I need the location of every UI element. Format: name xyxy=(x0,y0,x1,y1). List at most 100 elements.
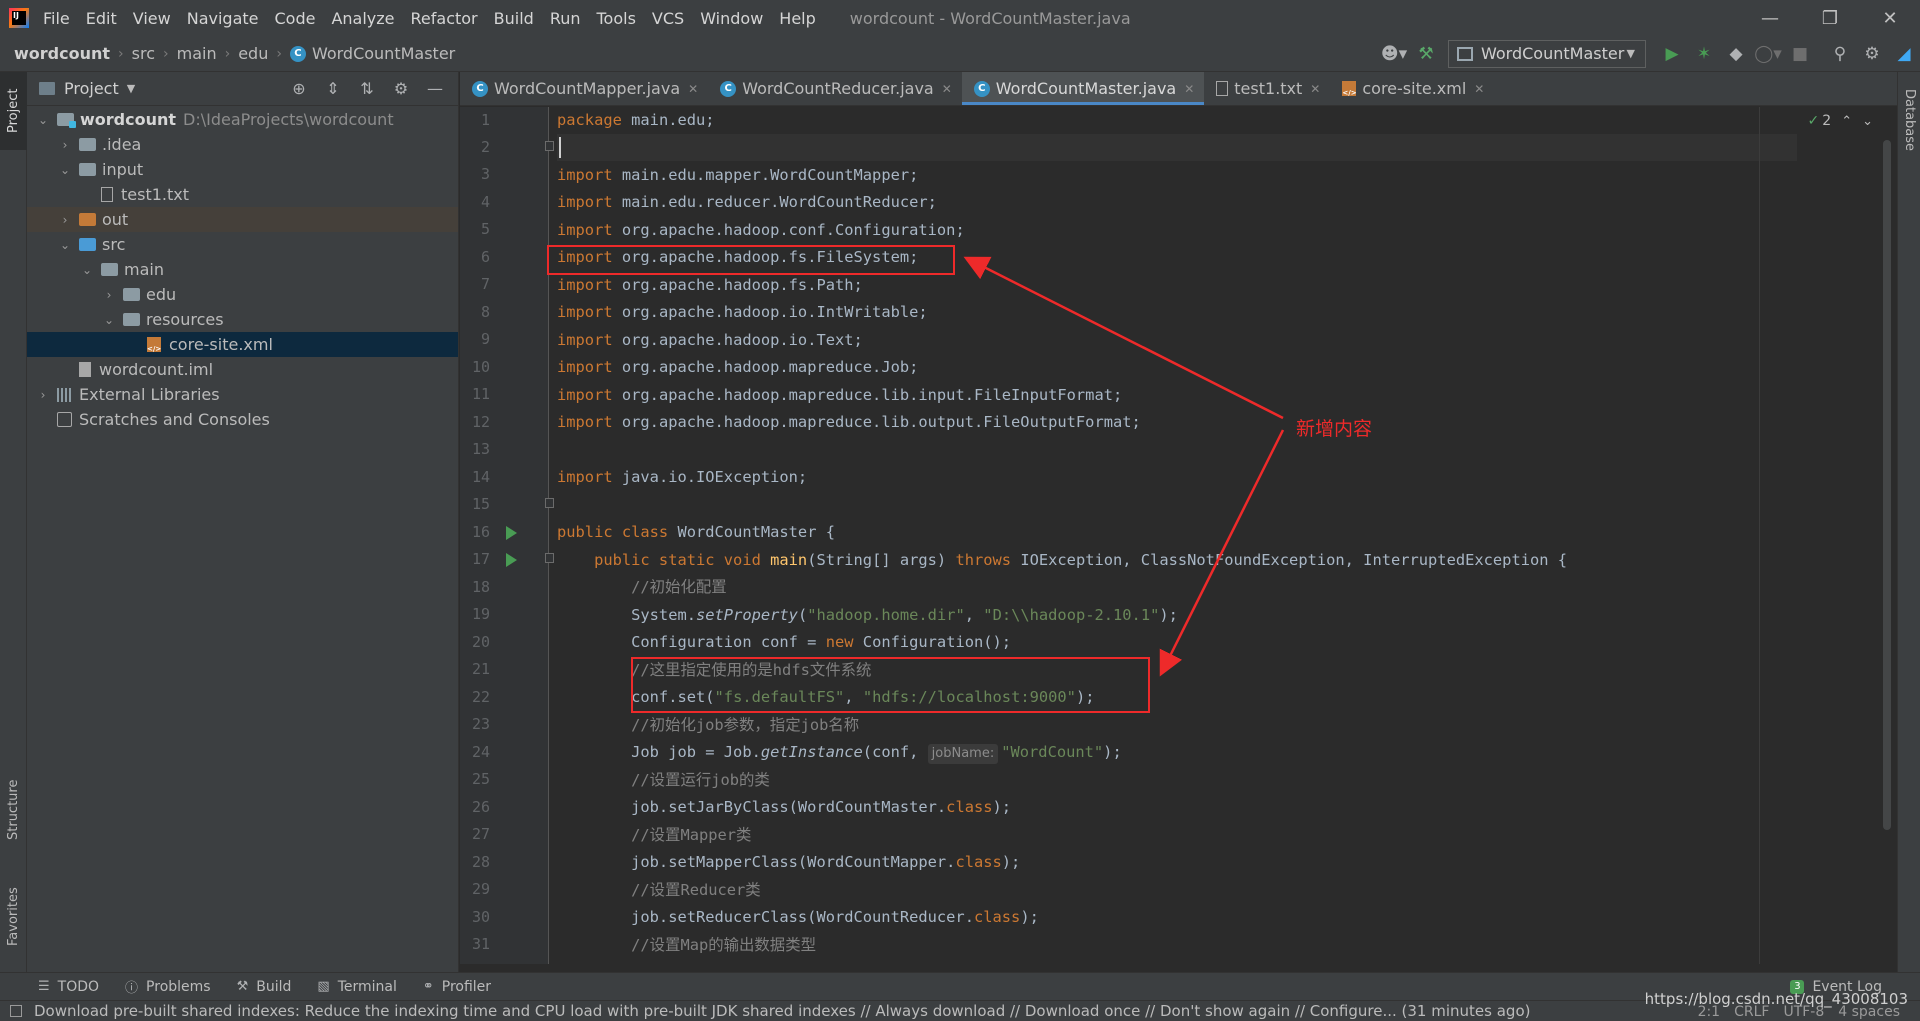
fold-marker-icon[interactable] xyxy=(545,498,554,508)
run-main-icon[interactable] xyxy=(506,553,517,567)
run-class-icon[interactable] xyxy=(506,526,517,540)
tree-item-edu[interactable]: › edu xyxy=(27,282,458,307)
menu-run[interactable]: Run xyxy=(550,9,581,28)
java-class-icon: C xyxy=(973,80,990,97)
tree-item-label: .idea xyxy=(102,135,142,154)
close-icon[interactable]: ✕ xyxy=(1310,82,1320,96)
menu-edit[interactable]: Edit xyxy=(86,9,117,28)
tree-item-external-libraries[interactable]: › External Libraries xyxy=(27,382,458,407)
fold-marker-icon[interactable] xyxy=(545,553,554,563)
profiler-icon: ⚭ xyxy=(422,979,434,994)
profiler-tool-button[interactable]: ⚭ Profiler xyxy=(423,979,491,995)
close-icon[interactable]: ✕ xyxy=(1474,82,1484,96)
menu-help[interactable]: Help xyxy=(779,9,815,28)
tab-test1-txt[interactable]: test1.txt ✕ xyxy=(1204,72,1330,105)
breadcrumb-project[interactable]: wordcount xyxy=(14,44,110,63)
menu-view[interactable]: View xyxy=(133,9,171,28)
fold-marker-icon[interactable] xyxy=(545,141,554,151)
menu-refactor[interactable]: Refactor xyxy=(411,9,478,28)
code-line: import org.apache.hadoop.fs.Path; xyxy=(557,276,863,294)
menu-code[interactable]: Code xyxy=(275,9,316,28)
build-tool-button[interactable]: ⚒ Build xyxy=(237,979,292,995)
chevron-down-icon[interactable]: ⌄ xyxy=(1862,114,1873,129)
run-configuration-select[interactable]: WordCountMaster ▼ xyxy=(1448,39,1646,68)
project-view-selector[interactable]: Project xyxy=(64,79,119,98)
jetbrains-toolbox-icon[interactable]: ◢ xyxy=(1890,40,1918,68)
line-number: 1 xyxy=(480,111,490,129)
tab-wordcountreducer[interactable]: C WordCountReducer.java ✕ xyxy=(708,72,962,105)
structure-tool-tab[interactable]: Structure xyxy=(0,762,27,857)
menu-build[interactable]: Build xyxy=(494,9,534,28)
menu-analyze[interactable]: Analyze xyxy=(331,9,394,28)
breadcrumb-src[interactable]: src xyxy=(132,44,155,63)
hide-panel-icon[interactable]: — xyxy=(420,75,450,103)
tree-item-idea[interactable]: › .idea xyxy=(27,132,458,157)
tree-item-label: out xyxy=(102,210,129,229)
watermark-url: https://blog.csdn.net/qq_43008103 xyxy=(1644,990,1908,1008)
chevron-down-icon: ⌄ xyxy=(81,262,93,277)
close-icon[interactable]: ✕ xyxy=(688,82,698,96)
code-line: import java.io.IOException; xyxy=(557,468,808,486)
run-with-coverage-icon[interactable]: ◆ xyxy=(1722,40,1750,68)
inspection-widget[interactable]: ✓ 2 ⌃ ⌄ xyxy=(1808,113,1873,129)
terminal-tool-button[interactable]: ▧ Terminal xyxy=(317,979,396,995)
close-window-button[interactable]: ✕ xyxy=(1860,0,1920,36)
tab-core-site-xml[interactable]: core-site.xml ✕ xyxy=(1330,72,1494,105)
breadcrumb-main[interactable]: main xyxy=(177,44,217,63)
menu-navigate[interactable]: Navigate xyxy=(187,9,259,28)
gear-icon[interactable]: ⚙ xyxy=(1858,40,1886,68)
user-account-icon[interactable]: ☻▾ xyxy=(1380,40,1408,68)
line-number: 5 xyxy=(480,220,490,238)
menu-vcs[interactable]: VCS xyxy=(652,9,684,28)
code-editor[interactable]: 1 2 3 4 5 6 7 8 9 10 11 12 13 14 15 16 1… xyxy=(460,107,1897,964)
breadcrumb-edu[interactable]: edu xyxy=(238,44,268,63)
close-icon[interactable]: ✕ xyxy=(942,82,952,96)
module-file-icon xyxy=(79,362,91,377)
close-icon[interactable]: ✕ xyxy=(1184,82,1194,96)
code-line: package main.edu; xyxy=(557,111,715,129)
code-area[interactable]: package main.edu; import main.edu.mapper… xyxy=(557,107,1897,964)
locate-target-icon[interactable]: ⊕ xyxy=(284,75,314,103)
database-tool-tab[interactable]: Database xyxy=(1898,80,1920,160)
tree-item-scratches[interactable]: Scratches and Consoles xyxy=(27,407,458,432)
menu-tools[interactable]: Tools xyxy=(597,9,636,28)
profile-icon[interactable]: ◯▾ xyxy=(1754,40,1782,68)
collapse-all-icon[interactable]: ⇅ xyxy=(352,75,382,103)
right-tool-window-stripe: Database xyxy=(1897,72,1920,972)
tab-wordcountmapper[interactable]: C WordCountMapper.java ✕ xyxy=(460,72,708,105)
tree-item-wordcount[interactable]: ⌄ wordcount D:\IdeaProjects\wordcount xyxy=(27,107,458,132)
restore-button[interactable]: ❐ xyxy=(1800,0,1860,36)
module-folder-icon xyxy=(57,113,76,128)
tree-item-test1-txt[interactable]: test1.txt xyxy=(27,182,458,207)
run-icon[interactable]: ▶ xyxy=(1658,40,1686,68)
tree-item-main[interactable]: ⌄ main xyxy=(27,257,458,282)
toggle-tool-windows-icon[interactable] xyxy=(10,1005,22,1017)
project-tool-tab[interactable]: Project xyxy=(0,72,27,150)
breadcrumb-class[interactable]: WordCountMaster xyxy=(312,44,455,63)
favorites-tool-tab[interactable]: Favorites xyxy=(0,872,27,962)
tree-item-wordcount-iml[interactable]: wordcount.iml xyxy=(27,357,458,382)
tree-item-resources[interactable]: ⌄ resources xyxy=(27,307,458,332)
minimize-button[interactable]: — xyxy=(1740,0,1800,36)
tree-item-out[interactable]: › out xyxy=(27,207,458,232)
search-icon[interactable]: ⚲ xyxy=(1826,40,1854,68)
chevron-up-icon[interactable]: ⌃ xyxy=(1841,114,1852,129)
line-number: 24 xyxy=(471,743,490,761)
editor-scrollbar[interactable] xyxy=(1883,140,1891,830)
build-hammer-icon[interactable]: ⚒ xyxy=(1412,40,1440,68)
status-message[interactable]: Download pre-built shared indexes: Reduc… xyxy=(34,1002,1530,1020)
menu-window[interactable]: Window xyxy=(700,9,763,28)
problems-tool-button[interactable]: ⓘ Problems xyxy=(125,977,211,997)
stop-icon[interactable]: ■ xyxy=(1786,40,1814,68)
todo-tool-button[interactable]: ☰ TODO xyxy=(38,979,99,995)
tree-item-input[interactable]: ⌄ input xyxy=(27,157,458,182)
tab-wordcountmaster[interactable]: C WordCountMaster.java ✕ xyxy=(961,72,1205,105)
tree-item-core-site-xml[interactable]: core-site.xml xyxy=(27,332,458,357)
main-toolbar: ☻▾ ⚒ WordCountMaster ▼ ▶ ✶ ◆ ◯▾ ■ ⚲ ⚙ ◢ xyxy=(1378,36,1920,71)
tree-item-src[interactable]: ⌄ src xyxy=(27,232,458,257)
expand-all-icon[interactable]: ⇕ xyxy=(318,75,348,103)
gear-icon[interactable]: ⚙ xyxy=(386,75,416,103)
code-line: import org.apache.hadoop.mapreduce.Job; xyxy=(557,358,919,376)
debug-bug-icon[interactable]: ✶ xyxy=(1690,40,1718,68)
menu-file[interactable]: File xyxy=(43,9,70,28)
